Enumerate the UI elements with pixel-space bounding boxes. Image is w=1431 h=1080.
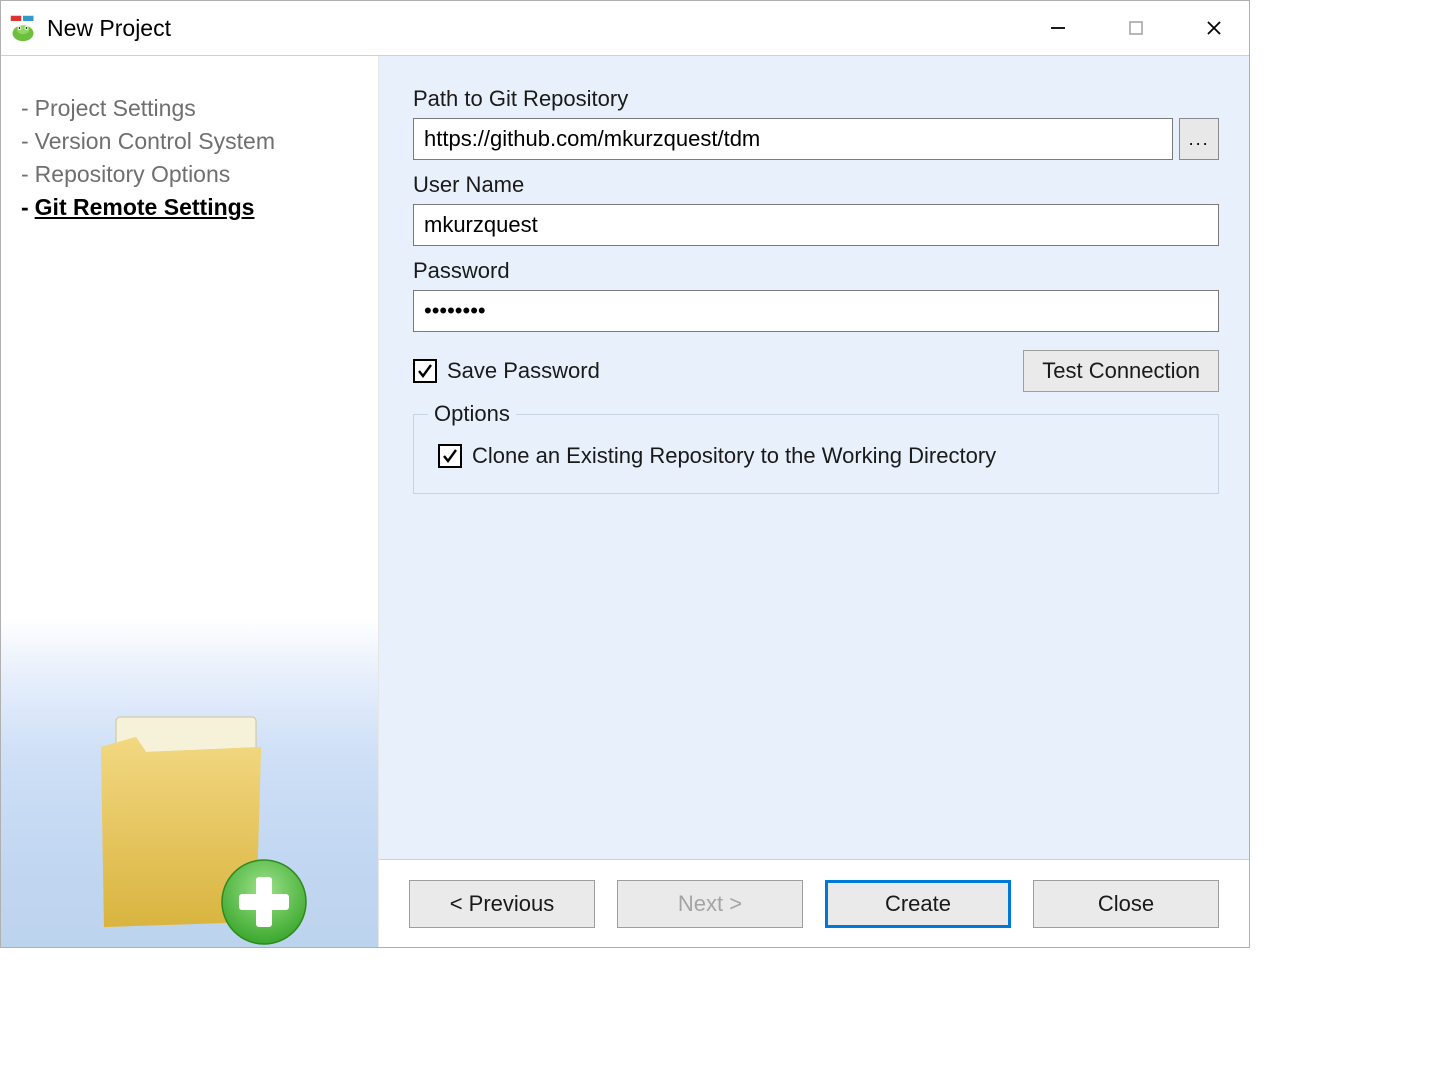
username-input[interactable] bbox=[413, 204, 1219, 246]
password-field: Password bbox=[413, 258, 1219, 332]
sidebar-item-label: Git Remote Settings bbox=[35, 194, 255, 221]
path-label: Path to Git Repository bbox=[413, 86, 1219, 112]
path-input[interactable] bbox=[413, 118, 1173, 160]
options-group-title: Options bbox=[428, 401, 516, 427]
new-project-dialog: New Project - Project Settings - Version… bbox=[0, 0, 1250, 948]
dash-icon: - bbox=[21, 194, 29, 221]
sidebar-item-project-settings[interactable]: - Project Settings bbox=[21, 92, 362, 125]
save-password-label: Save Password bbox=[447, 358, 600, 384]
dash-icon: - bbox=[21, 128, 29, 155]
sidebar-item-git-remote-settings[interactable]: - Git Remote Settings bbox=[21, 191, 362, 224]
close-dialog-button[interactable]: Close bbox=[1033, 880, 1219, 928]
password-label: Password bbox=[413, 258, 1219, 284]
clone-checkbox-label: Clone an Existing Repository to the Work… bbox=[472, 443, 996, 469]
test-connection-button[interactable]: Test Connection bbox=[1023, 350, 1219, 392]
close-button[interactable] bbox=[1195, 9, 1233, 47]
checkmark-icon bbox=[416, 362, 434, 380]
sidebar-item-repository-options[interactable]: - Repository Options bbox=[21, 158, 362, 191]
sidebar-item-label: Project Settings bbox=[35, 95, 196, 122]
wizard-page-git-remote: Path to Git Repository ... User Name Pas… bbox=[379, 56, 1249, 947]
path-browse-button[interactable]: ... bbox=[1179, 118, 1219, 160]
wizard-footer: < Previous Next > Create Close bbox=[379, 859, 1249, 947]
folder-add-illustration bbox=[86, 707, 316, 947]
checkmark-icon bbox=[441, 447, 459, 465]
next-button: Next > bbox=[617, 880, 803, 928]
app-toad-icon bbox=[9, 14, 37, 42]
window-title: New Project bbox=[47, 15, 171, 42]
dash-icon: - bbox=[21, 161, 29, 188]
maximize-button[interactable] bbox=[1117, 9, 1155, 47]
sidebar-item-vcs[interactable]: - Version Control System bbox=[21, 125, 362, 158]
path-field: Path to Git Repository ... bbox=[413, 86, 1219, 160]
checkbox-box bbox=[438, 444, 462, 468]
dash-icon: - bbox=[21, 95, 29, 122]
titlebar: New Project bbox=[1, 1, 1249, 55]
sidebar-item-label: Version Control System bbox=[35, 128, 275, 155]
form-area: Path to Git Repository ... User Name Pas… bbox=[379, 56, 1249, 859]
save-password-row: Save Password Test Connection bbox=[413, 350, 1219, 392]
sidebar-item-label: Repository Options bbox=[35, 161, 231, 188]
window-controls bbox=[1039, 9, 1241, 47]
username-label: User Name bbox=[413, 172, 1219, 198]
checkbox-box bbox=[413, 359, 437, 383]
password-input[interactable] bbox=[413, 290, 1219, 332]
clone-checkbox[interactable]: Clone an Existing Repository to the Work… bbox=[438, 443, 1196, 469]
options-group: Options Clone an Existing Repository to … bbox=[413, 414, 1219, 494]
create-button[interactable]: Create bbox=[825, 880, 1011, 928]
wizard-steps-sidebar: - Project Settings - Version Control Sys… bbox=[1, 56, 379, 947]
dialog-body: - Project Settings - Version Control Sys… bbox=[1, 55, 1249, 947]
previous-button[interactable]: < Previous bbox=[409, 880, 595, 928]
username-field: User Name bbox=[413, 172, 1219, 246]
save-password-checkbox[interactable]: Save Password bbox=[413, 358, 600, 384]
minimize-button[interactable] bbox=[1039, 9, 1077, 47]
